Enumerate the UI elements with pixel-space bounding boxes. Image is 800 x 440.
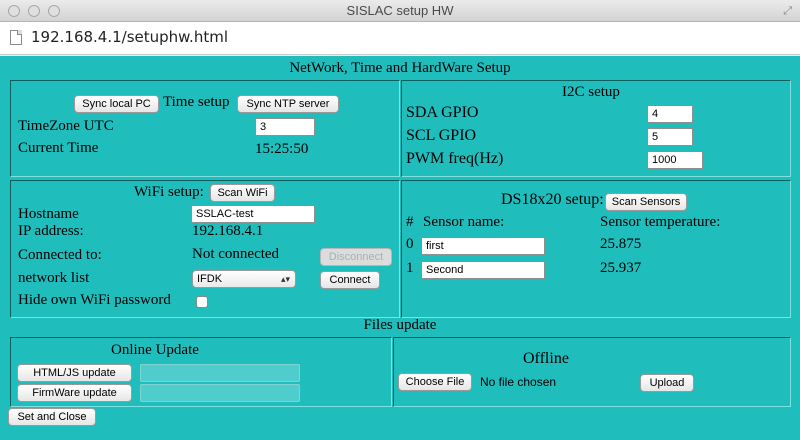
html-js-progress	[140, 364, 300, 382]
choose-file-button[interactable]: Choose File	[398, 373, 472, 391]
url-text[interactable]: 192.168.4.1/setuphw.html	[31, 28, 228, 46]
firmware-progress	[140, 384, 300, 402]
sync-ntp-button[interactable]: Sync NTP server	[237, 95, 339, 113]
network-list-label: network list	[18, 270, 90, 286]
wifi-title: WiFi setup:	[134, 184, 204, 200]
timezone-input[interactable]: 3	[255, 118, 315, 136]
browser-window: SISLAC setup HW ⤢ 192.168.4.1/setuphw.ht…	[0, 0, 800, 440]
sensor-temp-header: Sensor temperature:	[600, 214, 721, 230]
fullscreen-icon[interactable]: ⤢	[783, 4, 792, 18]
ip-address-label: IP address:	[18, 223, 84, 239]
online-update-panel: Online Update HTML/JS update FirmWare up…	[10, 337, 392, 407]
time-setup-panel: Sync local PC Time setup Sync NTP server…	[10, 80, 400, 177]
hostname-label: Hostname	[18, 206, 79, 222]
offline-update-panel: Offline Choose File No file chosen Uploa…	[393, 337, 791, 407]
upload-button[interactable]: Upload	[640, 374, 694, 392]
connected-to-label: Connected to:	[18, 247, 102, 263]
sensor-temperature: 25.875	[600, 236, 642, 252]
offline-title: Offline	[523, 350, 569, 367]
sda-label: SDA GPIO	[406, 104, 479, 121]
address-bar[interactable]: 192.168.4.1/setuphw.html	[0, 22, 800, 55]
hide-password-label: Hide own WiFi password	[18, 292, 171, 308]
sensor-name-input[interactable]: Second	[421, 261, 545, 279]
sensor-index: 0	[406, 236, 414, 252]
page-content: NetWork, Time and HardWare Setup Sync lo…	[0, 56, 800, 440]
scl-label: SCL GPIO	[406, 127, 477, 144]
files-update-title: Files update	[363, 317, 437, 333]
no-file-chosen-text: No file chosen	[480, 375, 557, 389]
html-js-update-button[interactable]: HTML/JS update	[17, 364, 132, 382]
title-bar: SISLAC setup HW ⤢	[0, 0, 800, 22]
hide-password-checkbox[interactable]	[196, 296, 208, 308]
select-arrows-icon: ▴▾	[280, 274, 290, 284]
hostname-input[interactable]: SSLAC-test	[191, 205, 315, 223]
sensor-name-input[interactable]: first	[421, 237, 545, 255]
i2c-setup-panel: I2C setup SDA GPIO 4 SCL GPIO 5 PWM freq…	[401, 80, 791, 177]
sensor-index-header: #	[406, 214, 414, 230]
ds18-title: DS18x20 setup:	[501, 191, 604, 208]
sync-local-pc-button[interactable]: Sync local PC	[74, 95, 159, 113]
connect-button[interactable]: Connect	[320, 271, 380, 289]
time-setup-title: Time setup	[163, 94, 230, 110]
disconnect-button[interactable]: Disconnect	[320, 248, 392, 266]
current-time-value: 15:25:50	[255, 141, 309, 157]
network-select-value: IFDK	[197, 273, 223, 285]
ds18-setup-panel: DS18x20 setup: Scan Sensors # Sensor nam…	[401, 180, 791, 318]
online-update-title: Online Update	[111, 342, 199, 358]
window-title: SISLAC setup HW	[346, 3, 454, 18]
sensor-index: 1	[406, 260, 414, 276]
network-select[interactable]: IFDK ▴▾	[192, 270, 296, 288]
firmware-update-button[interactable]: FirmWare update	[17, 384, 132, 402]
ip-address-value: 192.168.4.1	[192, 223, 264, 239]
pwm-input[interactable]: 1000	[647, 151, 703, 169]
i2c-title: I2C setup	[562, 84, 620, 100]
sensor-name-header: Sensor name:	[423, 214, 505, 230]
scan-sensors-button[interactable]: Scan Sensors	[605, 193, 687, 211]
connected-to-value: Not connected	[192, 246, 280, 262]
page-icon	[10, 30, 22, 45]
page-heading: NetWork, Time and HardWare Setup	[289, 60, 511, 76]
timezone-label: TimeZone UTC	[18, 118, 114, 134]
sensor-temperature: 25.937	[600, 260, 642, 276]
scl-input[interactable]: 5	[647, 128, 693, 146]
set-and-close-button[interactable]: Set and Close	[8, 408, 96, 426]
wifi-setup-panel: WiFi setup: Scan WiFi Hostname SSLAC-tes…	[10, 180, 400, 318]
pwm-label: PWM freq(Hz)	[406, 150, 504, 167]
scan-wifi-button[interactable]: Scan WiFi	[210, 184, 275, 202]
current-time-label: Current Time	[18, 140, 99, 156]
sda-input[interactable]: 4	[647, 105, 693, 123]
